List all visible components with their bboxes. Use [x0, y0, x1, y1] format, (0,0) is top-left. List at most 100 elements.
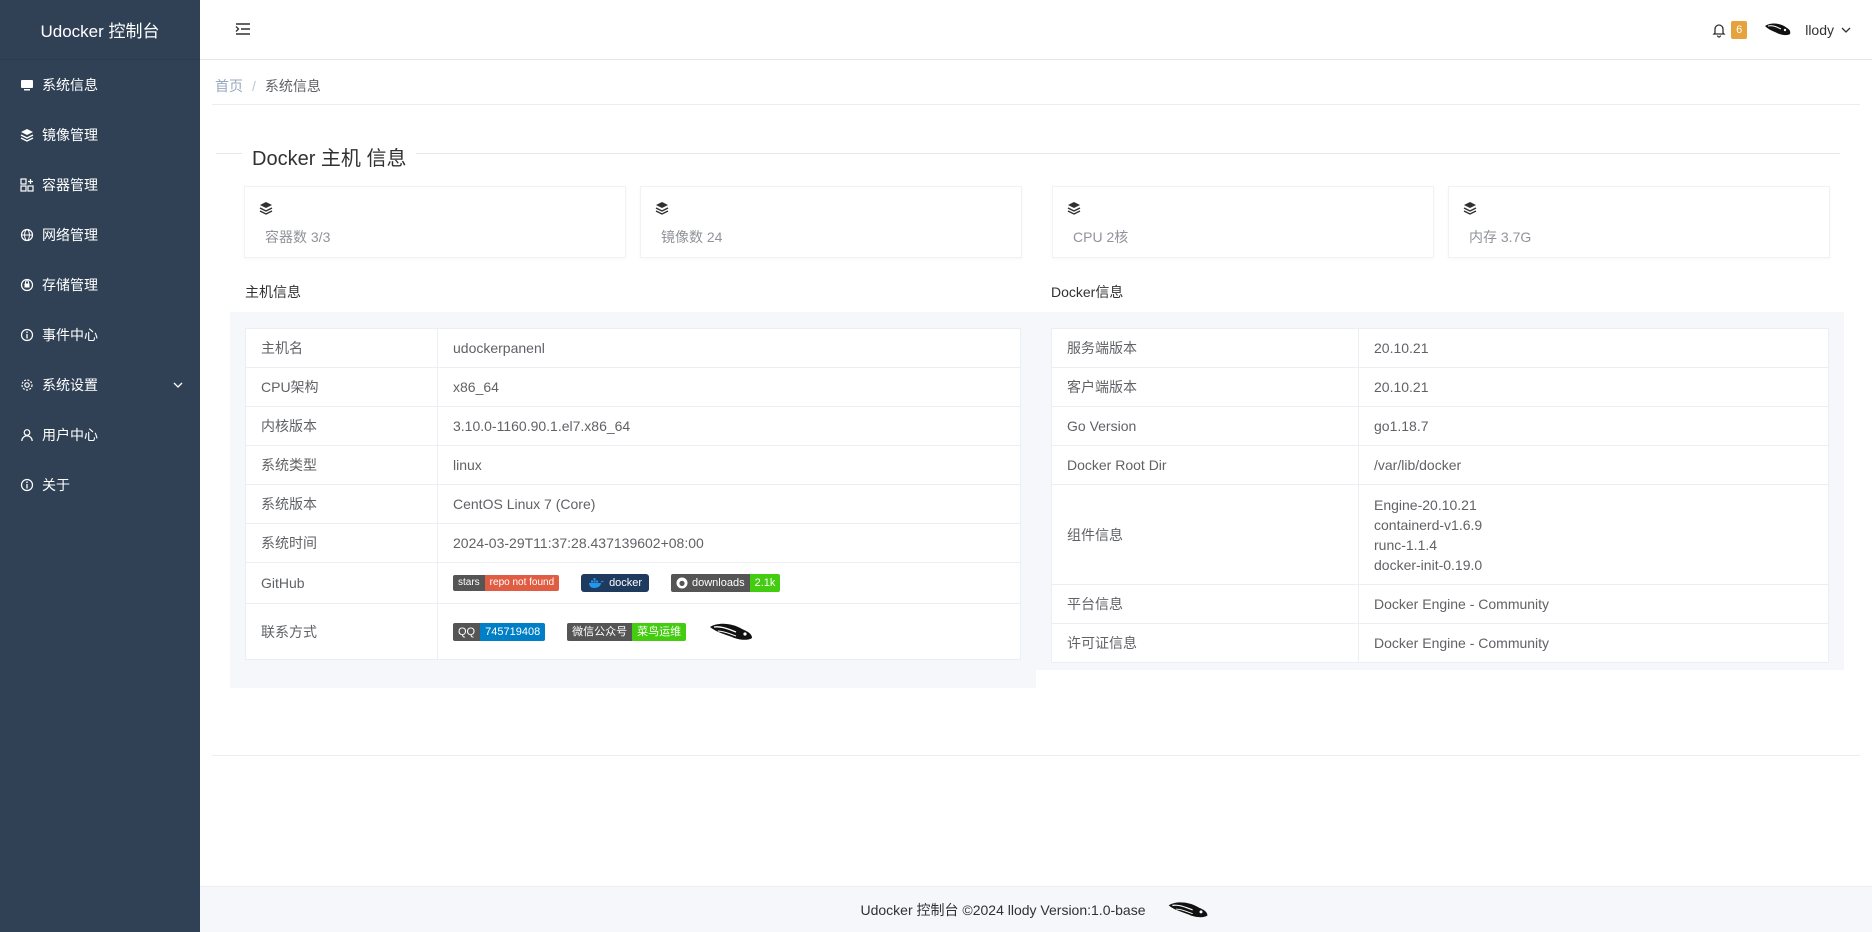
- menu-toggle-icon[interactable]: [235, 21, 251, 37]
- breadcrumb-separator: /: [252, 78, 256, 94]
- badge-label-wrap: downloads: [670, 574, 750, 593]
- component-line: runc-1.1.4: [1374, 536, 1438, 553]
- table-row: GitHub stars repo not found docker downlo…: [245, 562, 1021, 604]
- sidebar-item-images[interactable]: 镜像管理: [0, 110, 200, 160]
- badge-value: 745719408: [480, 622, 546, 641]
- docker-badge[interactable]: docker: [581, 574, 650, 593]
- cell-key: 内核版本: [245, 406, 438, 446]
- info-icon: [20, 478, 34, 492]
- downloads-badge[interactable]: downloads 2.1k: [670, 574, 781, 593]
- bell-icon[interactable]: [1711, 22, 1727, 38]
- table-row: Docker Root Dir/var/lib/docker: [1051, 445, 1829, 485]
- chevron-down-icon[interactable]: [1840, 24, 1852, 36]
- cell-key: 系统类型: [245, 445, 438, 485]
- footer-logo: [1168, 901, 1207, 917]
- cell-value: QQ 745719408 微信公众号 菜鸟运维: [437, 603, 1021, 660]
- stat-label: 容器数 3/3: [265, 229, 331, 245]
- sidebar-item-label: 镜像管理: [42, 127, 98, 143]
- cell-value: 2024-03-29T11:37:28.437139602+08:00: [437, 523, 1021, 563]
- cell-key: 主机名: [245, 328, 438, 368]
- table-row: 组件信息 Engine-20.10.21 containerd-v1.6.9 r…: [1051, 484, 1829, 585]
- table-row: 许可证信息 Docker Engine - Community: [1051, 623, 1829, 663]
- footer: Udocker 控制台 ©2024 llody Version:1.0-base: [200, 886, 1872, 932]
- breadcrumb-home[interactable]: 首页: [215, 78, 243, 94]
- main-content: 首页 / 系统信息 Docker 主机 信息 容器数 3/3 镜像数 24 CPU …: [200, 60, 1872, 932]
- cell-value: /var/lib/docker: [1358, 445, 1829, 485]
- docker-info-title: Docker信息: [1051, 284, 1124, 300]
- storage-icon: [20, 278, 34, 292]
- app-title: Udocker 控制台: [40, 22, 160, 41]
- badge-value: 2.1k: [749, 574, 781, 593]
- chevron-down-icon: [173, 382, 183, 388]
- cell-value: Engine-20.10.21 containerd-v1.6.9 runc-1…: [1358, 484, 1829, 585]
- sidebar-item-events[interactable]: 事件中心: [0, 310, 200, 360]
- app-brand[interactable]: Udocker 控制台: [0, 0, 200, 60]
- cell-key: 服务端版本: [1051, 328, 1359, 368]
- top-header: 6 llody: [200, 0, 1872, 60]
- cell-value: stars repo not found docker downloads 2.1k: [437, 562, 1021, 604]
- table-row: 平台信息 Docker Engine - Community: [1051, 584, 1829, 624]
- cell-value: 20.10.21: [1358, 367, 1829, 407]
- sidebar-item-label: 容器管理: [42, 177, 98, 193]
- layers-icon: [259, 202, 273, 215]
- gear-icon: [20, 378, 34, 392]
- wechat-badge[interactable]: 微信公众号 菜鸟运维: [567, 622, 687, 641]
- docker-badge-body: docker: [581, 574, 650, 593]
- cell-value: udockerpanenl: [437, 328, 1021, 368]
- sidebar-item-about[interactable]: 关于: [0, 460, 200, 510]
- table-row: 系统类型 linux: [245, 445, 1021, 485]
- cell-value: x86_64: [437, 367, 1021, 407]
- host-info-title: 主机信息: [245, 284, 301, 300]
- sidebar-item-label: 事件中心: [42, 327, 98, 343]
- github-icon: [676, 577, 688, 589]
- sidebar-item-label: 网络管理: [42, 227, 98, 243]
- globe-icon: [20, 228, 34, 242]
- stat-label: 内存 3.7G: [1469, 229, 1532, 245]
- github-stars-badge[interactable]: stars repo not found: [453, 575, 560, 592]
- sidebar-item-system-info[interactable]: 系统信息: [0, 60, 200, 110]
- cell-key: 平台信息: [1051, 584, 1359, 624]
- grid-icon: [20, 178, 34, 192]
- docker-icon: [589, 578, 604, 589]
- layers-icon: [1463, 202, 1477, 215]
- monitor-icon: [20, 78, 34, 92]
- table-row: 系统时间 2024-03-29T11:37:28.437139602+08:00: [245, 523, 1021, 563]
- cell-value: CentOS Linux 7 (Core): [437, 484, 1021, 524]
- stat-label: 镜像数 24: [661, 229, 723, 245]
- cell-key: 联系方式: [245, 603, 438, 660]
- cell-key: Docker Root Dir: [1051, 445, 1359, 485]
- badge-value: 菜鸟运维: [632, 622, 687, 641]
- sidebar-menu: 系统信息 镜像管理 容器管理 网络管理 存储管理 事件中心 系统设置 用户中心 …: [0, 60, 200, 510]
- sidebar: Udocker 控制台 系统信息 镜像管理 容器管理 网络管理 存储管理 事件中…: [0, 0, 200, 932]
- table-row: 联系方式 QQ 745719408 微信公众号 菜鸟运维: [245, 603, 1021, 660]
- username[interactable]: llody: [1805, 22, 1834, 38]
- header-right: 6 llody: [1711, 0, 1872, 60]
- cell-key: Go Version: [1051, 406, 1359, 446]
- qq-badge[interactable]: QQ 745719408: [453, 622, 546, 641]
- breadcrumb: 首页 / 系统信息: [215, 76, 321, 96]
- table-row: 客户端版本 20.10.21: [1051, 367, 1829, 407]
- sidebar-item-label: 用户中心: [42, 427, 98, 443]
- table-row: 主机名 udockerpanenl: [245, 328, 1021, 368]
- user-icon: [20, 428, 34, 442]
- sidebar-item-storage[interactable]: 存储管理: [0, 260, 200, 310]
- badge-value: repo not found: [484, 575, 560, 592]
- badge-label: QQ: [453, 622, 481, 641]
- info-icon: [20, 328, 34, 342]
- layers-icon: [1067, 202, 1081, 215]
- avatar[interactable]: [1763, 20, 1793, 40]
- sidebar-item-user-center[interactable]: 用户中心: [0, 410, 200, 460]
- badge-label: downloads: [691, 577, 745, 590]
- sidebar-item-network[interactable]: 网络管理: [0, 210, 200, 260]
- author-logo: [709, 623, 752, 640]
- component-line: Engine-20.10.21: [1374, 496, 1477, 513]
- layers-icon: [20, 128, 34, 142]
- breadcrumb-current: 系统信息: [264, 78, 321, 94]
- table-row: 服务端版本 20.10.21: [1051, 328, 1829, 368]
- footer-text: Udocker 控制台 ©2024 llody Version:1.0-base: [860, 901, 1146, 918]
- stat-card-cpu: CPU 2核: [1052, 186, 1434, 258]
- sidebar-item-containers[interactable]: 容器管理: [0, 160, 200, 210]
- sidebar-item-settings[interactable]: 系统设置: [0, 360, 200, 410]
- table-row: CPU架构 x86_64: [245, 367, 1021, 407]
- stat-card-memory: 内存 3.7G: [1448, 186, 1830, 258]
